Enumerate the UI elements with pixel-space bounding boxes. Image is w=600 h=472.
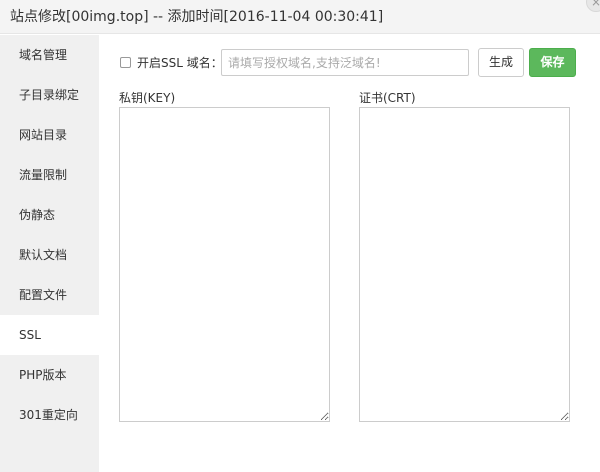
sidebar-item-config-file[interactable]: 配置文件 bbox=[0, 275, 99, 315]
window-titlebar: 站点修改[00img.top] -- 添加时间[2016-11-04 00:30… bbox=[0, 0, 600, 34]
sidebar-item-301-redirect[interactable]: 301重定向 bbox=[0, 395, 99, 435]
sidebar-item-domain-management[interactable]: 域名管理 bbox=[0, 35, 99, 75]
save-button[interactable]: 保存 bbox=[529, 48, 576, 77]
window-title: 站点修改[00img.top] -- 添加时间[2016-11-04 00:30… bbox=[10, 9, 384, 25]
sidebar-item-ssl[interactable]: SSL bbox=[0, 315, 99, 355]
ssl-panel: 开启SSL 域名： 生成 保存 私钥(KEY) 证书(CRT) bbox=[99, 35, 600, 472]
sidebar-item-rewrite[interactable]: 伪静态 bbox=[0, 195, 99, 235]
enable-ssl-checkbox[interactable] bbox=[120, 57, 131, 68]
crt-label: 证书(CRT) bbox=[359, 91, 416, 105]
sidebar-item-traffic-limit[interactable]: 流量限制 bbox=[0, 155, 99, 195]
sidebar-item-subdirectory-binding[interactable]: 子目录绑定 bbox=[0, 75, 99, 115]
close-icon[interactable]: × bbox=[586, 0, 600, 12]
sidebar: 域名管理 子目录绑定 网站目录 流量限制 伪静态 默认文档 配置文件 SSL P… bbox=[0, 35, 99, 472]
sidebar-item-site-directory[interactable]: 网站目录 bbox=[0, 115, 99, 155]
generate-button[interactable]: 生成 bbox=[478, 48, 524, 77]
sidebar-item-default-document[interactable]: 默认文档 bbox=[0, 235, 99, 275]
ssl-domain-input[interactable] bbox=[221, 49, 469, 76]
sidebar-item-php-version[interactable]: PHP版本 bbox=[0, 355, 99, 395]
crt-textarea[interactable] bbox=[359, 107, 570, 422]
key-textarea[interactable] bbox=[119, 107, 330, 422]
key-label: 私钥(KEY) bbox=[119, 91, 176, 105]
enable-ssl-label: 开启SSL 域名： bbox=[137, 56, 223, 70]
